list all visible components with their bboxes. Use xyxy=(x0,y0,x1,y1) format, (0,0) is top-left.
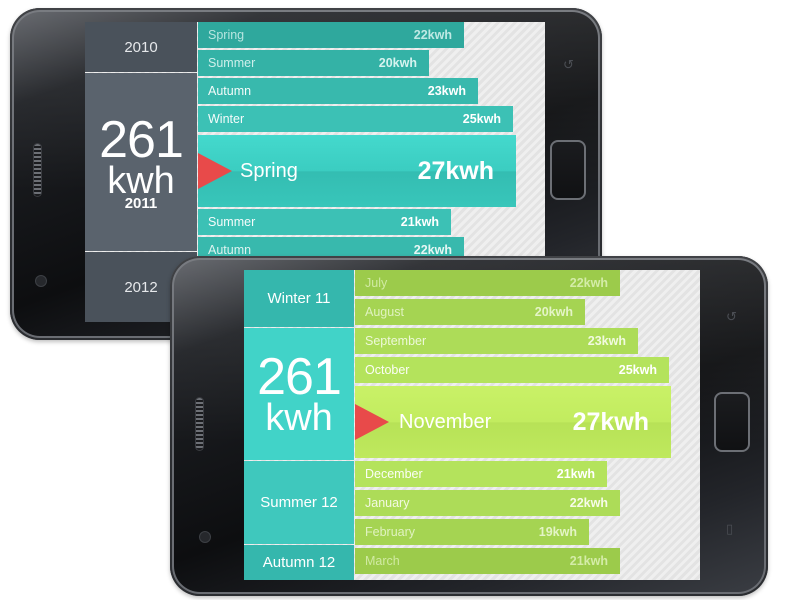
bar-label: February xyxy=(365,525,416,539)
selected-value: 27kwh xyxy=(572,407,649,436)
menu-softkey-icon[interactable]: ↺ xyxy=(563,58,574,71)
bar-label: Summer xyxy=(208,215,256,229)
bar-label: Autumn xyxy=(208,84,252,98)
bar-row[interactable]: October 25kwh xyxy=(355,357,669,383)
season-winter-11-tab[interactable]: Winter 11 xyxy=(244,270,354,327)
bar-value: 25kwh xyxy=(462,112,501,126)
bar-row[interactable]: Summer 20kwh xyxy=(198,50,429,76)
bar-row[interactable]: August 20kwh xyxy=(355,299,585,325)
bar-value: 22kwh xyxy=(569,496,608,510)
bar-label: Autumn xyxy=(208,243,252,257)
bar-label: Spring xyxy=(208,28,245,42)
year-2010-tab[interactable]: 2010 xyxy=(85,22,197,72)
season-autumn-12-tab[interactable]: Autumn 12 xyxy=(244,545,354,580)
bar-row[interactable]: Summer 21kwh xyxy=(198,209,451,235)
bar-label: Summer xyxy=(208,56,256,70)
speaker-grille-icon xyxy=(34,144,41,196)
bar-row[interactable]: September 23kwh xyxy=(355,328,638,354)
camera-icon xyxy=(200,532,210,542)
season-label: Winter 11 xyxy=(267,290,331,307)
season-label: Autumn 12 xyxy=(262,554,336,571)
total-panel: 261 kwh 2011 xyxy=(85,73,197,251)
energy-chart-screen: Winter 11 261 kwh Summer 12 Autumn 12 Ju… xyxy=(244,270,700,580)
selected-value: 27kwh xyxy=(417,156,494,185)
selected-bar[interactable]: November 27kwh xyxy=(355,386,671,458)
bar-row[interactable]: Spring 22kwh xyxy=(198,22,464,48)
menu-softkey-icon[interactable]: ↺ xyxy=(726,310,737,323)
bar-value: 19kwh xyxy=(538,525,577,539)
bar-label: October xyxy=(365,363,410,377)
bar-value: 20kwh xyxy=(534,305,573,319)
back-softkey-icon[interactable]: ▯ xyxy=(726,522,733,535)
bar-value: 21kwh xyxy=(556,467,595,481)
season-label: Summer 12 xyxy=(260,494,338,511)
total-unit: kwh xyxy=(107,159,175,202)
bar-row[interactable]: Winter 25kwh xyxy=(198,106,513,132)
bar-row[interactable]: January 22kwh xyxy=(355,490,620,516)
bar-row[interactable]: February 19kwh xyxy=(355,519,589,545)
bar-label: July xyxy=(365,276,388,290)
bar-label: January xyxy=(365,496,410,510)
selection-marker-icon xyxy=(355,404,389,440)
bar-value: 20kwh xyxy=(378,56,417,70)
bar-row[interactable]: Autumn 23kwh xyxy=(198,78,478,104)
bar-label: Winter xyxy=(208,112,245,126)
bar-label: August xyxy=(365,305,404,319)
total-number: 261 xyxy=(99,110,184,169)
selected-label: November xyxy=(399,410,492,433)
bar-value: 23kwh xyxy=(427,84,466,98)
total-number: 261 xyxy=(257,348,342,406)
home-button[interactable] xyxy=(550,140,586,200)
bar-row[interactable]: December 21kwh xyxy=(355,461,607,487)
bar-row[interactable]: July 22kwh xyxy=(355,270,620,296)
bar-label: September xyxy=(365,334,427,348)
year-label: 2010 xyxy=(124,38,158,56)
bar-value: 25kwh xyxy=(618,363,657,377)
bar-row[interactable]: March 21kwh xyxy=(355,548,620,574)
bar-value: 21kwh xyxy=(569,554,608,568)
bar-label: December xyxy=(365,467,423,481)
speaker-grille-icon xyxy=(196,398,203,450)
total-readout: 261 kwh xyxy=(257,348,342,439)
selected-bar[interactable]: Spring 27kwh xyxy=(198,135,516,207)
year-label: 2012 xyxy=(124,278,158,296)
total-readout: 261 kwh 2011 xyxy=(99,110,184,211)
bar-value: 22kwh xyxy=(413,243,452,257)
total-unit: kwh xyxy=(265,397,333,439)
bar-value: 22kwh xyxy=(569,276,608,290)
bar-label: March xyxy=(365,554,400,568)
camera-icon xyxy=(36,276,46,286)
selected-label: Spring xyxy=(240,159,298,182)
bar-value: 22kwh xyxy=(413,28,452,42)
selection-marker-icon xyxy=(198,153,232,189)
bar-value: 23kwh xyxy=(587,334,626,348)
bar-value: 21kwh xyxy=(400,215,439,229)
phone-device-front: ↺ ▯ Winter 11 261 kwh Summer 12 Autumn 1… xyxy=(170,256,768,596)
total-panel: 261 kwh xyxy=(244,328,354,460)
season-summer-12-tab[interactable]: Summer 12 xyxy=(244,461,354,544)
home-button[interactable] xyxy=(714,392,750,452)
